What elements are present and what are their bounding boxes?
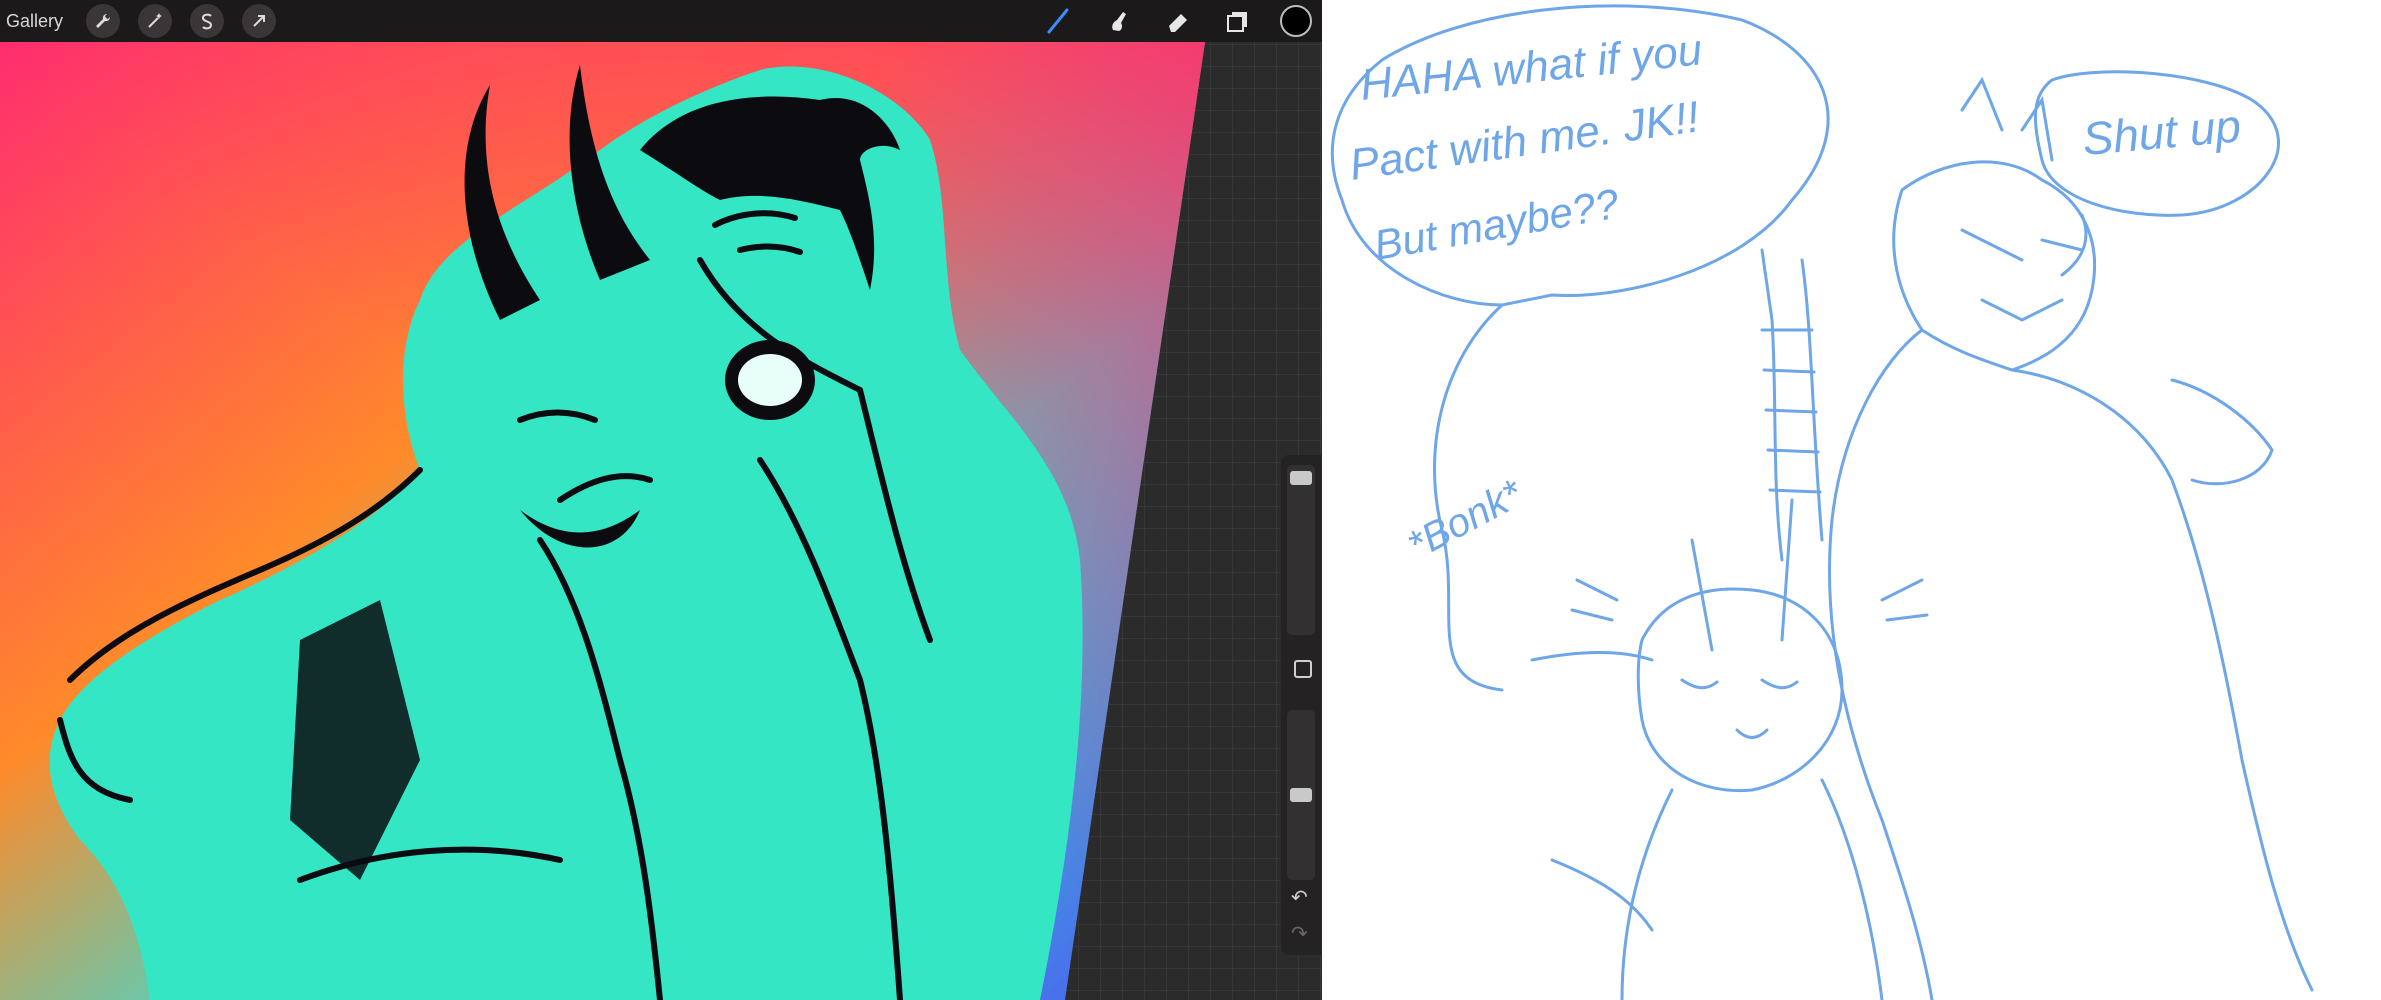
bubble-left-line2: Pact with me. JK!! (1347, 92, 1703, 190)
redo-icon[interactable]: ↷ (1291, 921, 1308, 946)
sketch-figure-small (1636, 587, 1844, 793)
brush-sidebar: ↶ ↷ (1281, 455, 1321, 955)
bubble-left-line3: But maybe?? (1370, 179, 1623, 268)
bubble-left-line1: HAHA what if you (1358, 25, 1704, 110)
sound-effect-text: *Bonk* (1401, 471, 1531, 568)
smudge-icon[interactable] (1098, 1, 1138, 41)
sketch-drawing: HAHA what if you Pact with me. JK!! But … (1330, 4, 2314, 1000)
color-picker-swatch[interactable] (1280, 5, 1312, 37)
brush-size-handle[interactable] (1290, 471, 1312, 485)
procreate-app: Gallery ↶ ↷ (0, 0, 1322, 1000)
brush-size-slider[interactable] (1287, 465, 1315, 635)
opacity-slider[interactable] (1287, 710, 1315, 880)
gallery-button[interactable]: Gallery (6, 11, 63, 32)
layers-icon[interactable] (1218, 1, 1258, 41)
selection-s-icon[interactable] (190, 4, 225, 38)
opacity-handle[interactable] (1290, 788, 1312, 802)
undo-icon[interactable]: ↶ (1291, 885, 1308, 910)
artwork-canvas[interactable] (0, 0, 1322, 1000)
top-toolbar: Gallery (0, 0, 1322, 42)
brush-icon[interactable] (1038, 1, 1078, 41)
bubble-right-text: Shut up (2080, 99, 2243, 165)
right-tools (1028, 0, 1322, 42)
transform-arrow-icon[interactable] (242, 4, 277, 38)
magic-wand-icon[interactable] (138, 4, 173, 38)
wrench-icon[interactable] (86, 4, 121, 38)
sketch-figure-right (1892, 160, 2097, 372)
modify-button[interactable] (1294, 660, 1312, 678)
eraser-icon[interactable] (1158, 1, 1198, 41)
sketch-panel: HAHA what if you Pact with me. JK!! But … (1322, 0, 2381, 1000)
